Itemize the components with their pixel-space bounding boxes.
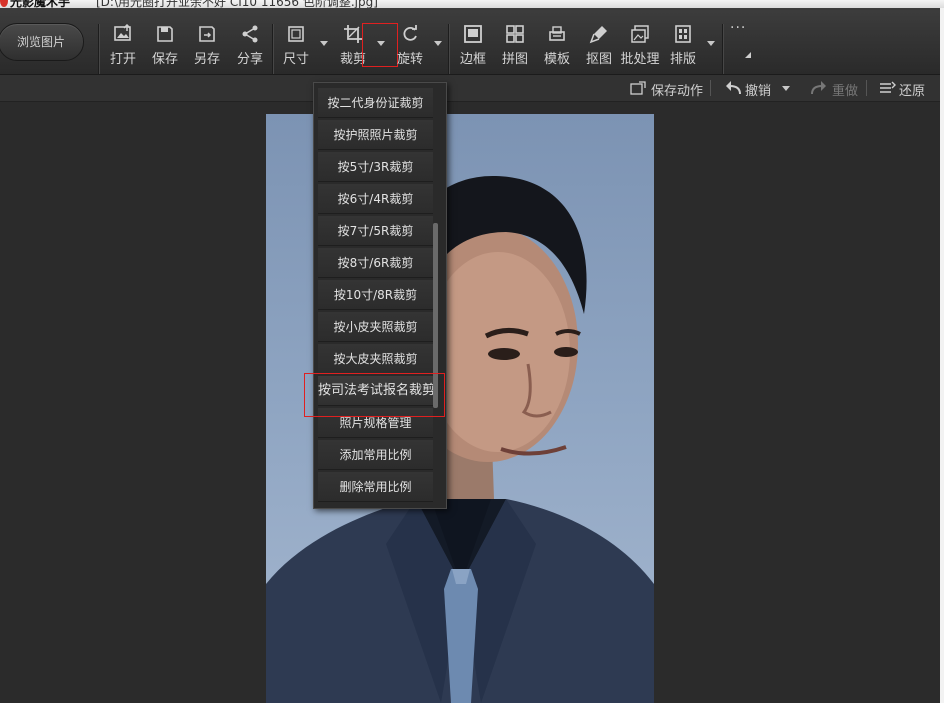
undo-history-caret[interactable] [782,86,790,91]
menu-item-delete-ratio[interactable]: 删除常用比例 [318,472,433,502]
rotate-dropdown-caret[interactable] [434,41,442,46]
rotate-label: 旋转 [396,52,423,67]
crop-icon [344,25,362,43]
browse-images-button[interactable]: 浏览图片 [0,23,84,61]
menu-item-5inch-crop[interactable]: 按5寸/3R裁剪 [318,152,433,182]
judicial-exam-highlight [304,373,445,417]
batch-button[interactable]: 批处理 [618,24,662,68]
action-divider [710,80,711,96]
layout-button[interactable]: 排版 [661,24,705,68]
template-icon [549,26,565,41]
app-name: 光影魔术手 [10,0,71,8]
save-as-label: 另存 [193,52,220,67]
image-canvas[interactable] [0,103,944,703]
template-label: 模板 [543,52,570,67]
menu-item-small-wallet-crop[interactable]: 按小皮夹照裁剪 [318,312,433,342]
cutout-button[interactable]: 抠图 [577,24,621,68]
undo-button[interactable]: 撤销 [745,80,771,99]
rotate-button[interactable]: 旋转 [388,24,432,68]
window-edge [940,8,944,703]
open-button[interactable]: 打开 [101,24,145,68]
document-title: [D:\用光圈打开业余不好 CI10 11656 色阶调整.jpg] [96,0,378,8]
share-icon [242,25,258,43]
menu-item-large-wallet-crop[interactable]: 按大皮夹照裁剪 [318,344,433,374]
toolbar-separator [272,24,273,74]
crop-dropdown-menu: 按二代身份证裁剪 按护照照片裁剪 按5寸/3R裁剪 按6寸/4R裁剪 按7寸/5… [313,82,447,509]
rotate-icon [403,25,417,41]
title-bar: 光影魔术手 [D:\用光圈打开业余不好 CI10 11656 色阶调整.jpg] [0,0,944,8]
toolbar-separator [722,24,723,74]
collage-label: 拼图 [501,52,528,67]
share-label: 分享 [236,52,263,67]
action-divider [866,80,867,96]
save-button[interactable]: 保存 [143,24,187,68]
size-button[interactable]: 尺寸 [274,24,318,68]
toolbar-separator [98,24,99,74]
border-icon [464,25,482,43]
menu-item-10inch-crop[interactable]: 按10寸/8R裁剪 [318,280,433,310]
save-as-icon [199,26,215,42]
size-dropdown-caret[interactable] [320,41,328,46]
redo-button[interactable]: 重做 [832,80,858,99]
menu-item-add-ratio[interactable]: 添加常用比例 [318,440,433,470]
menu-item-7inch-crop[interactable]: 按7寸/5R裁剪 [318,216,433,246]
share-button[interactable]: 分享 [228,24,272,68]
size-label: 尺寸 [282,52,309,67]
menu-item-8inch-crop[interactable]: 按8寸/6R裁剪 [318,248,433,278]
border-label: 边框 [459,52,486,67]
cutout-icon [589,26,607,44]
redo-icon [811,81,826,95]
collage-button[interactable]: 拼图 [493,24,537,68]
save-action-button[interactable]: 保存动作 [651,80,703,99]
cutout-label: 抠图 [585,52,612,67]
menu-item-passport-crop[interactable]: 按护照照片裁剪 [318,120,433,150]
expand-corner-icon[interactable] [745,52,751,58]
resize-icon [288,26,304,42]
save-label: 保存 [151,52,178,67]
layout-dropdown-caret[interactable] [707,41,715,46]
main-toolbar: 浏览图片 打开 保存 另存 分享 尺寸 裁剪 旋转 边框 拼图 模板 抠图 批处… [0,8,944,75]
menu-item-id-card-crop[interactable]: 按二代身份证裁剪 [318,88,433,118]
layout-label: 排版 [669,52,696,67]
border-button[interactable]: 边框 [451,24,495,68]
image-open-icon [114,24,131,41]
undo-icon [726,81,741,95]
save-action-icon [630,81,646,95]
batch-label: 批处理 [620,52,660,67]
template-button[interactable]: 模板 [535,24,579,68]
save-as-button[interactable]: 另存 [185,24,229,68]
batch-icon [631,25,649,43]
restore-button[interactable]: 还原 [899,80,925,99]
toolbar-separator [448,24,449,74]
app-logo-icon [0,0,8,7]
restore-icon [880,81,896,93]
save-icon [157,26,173,42]
more-tools-button[interactable]: ··· [730,20,746,36]
layout-icon [675,25,691,43]
open-label: 打开 [109,52,136,67]
collage-icon [506,25,524,43]
menu-item-6inch-crop[interactable]: 按6寸/4R裁剪 [318,184,433,214]
action-bar: 保存动作 撤销 重做 还原 [0,75,944,102]
